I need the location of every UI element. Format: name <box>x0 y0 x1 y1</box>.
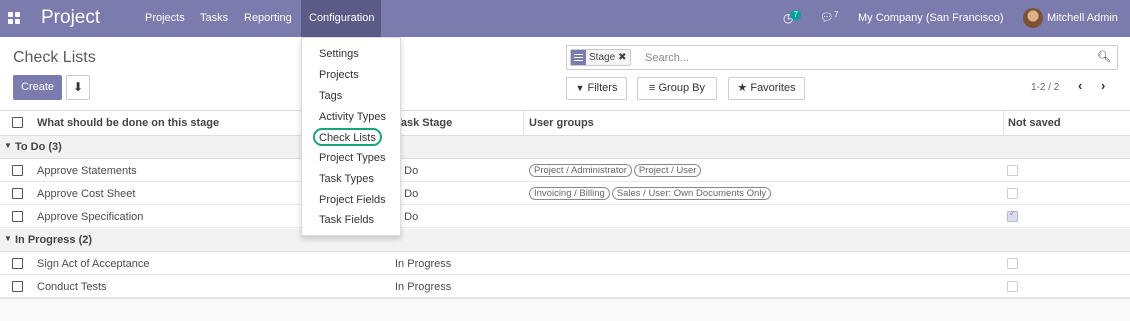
column-header-not-saved[interactable]: Not saved <box>1008 117 1061 129</box>
row-checkbox[interactable] <box>12 258 23 269</box>
column-header-stage[interactable]: Task Stage <box>395 117 452 129</box>
menu-projects[interactable]: Projects <box>137 0 193 37</box>
menu-item-project-types[interactable]: Project Types <box>319 152 385 164</box>
pager-next-icon[interactable]: › <box>1101 78 1105 93</box>
user-group-tag: Project / User <box>633 164 702 177</box>
user-avatar[interactable] <box>1023 8 1043 28</box>
company-switcher[interactable]: My Company (San Francisco) <box>858 0 1004 37</box>
favorites-button[interactable]: ★ Favorites <box>728 77 805 100</box>
top-navbar: Project Projects Tasks Reporting Configu… <box>0 0 1130 37</box>
column-header-user-groups[interactable]: User groups <box>529 117 594 129</box>
activity-badge: 7 <box>790 10 801 20</box>
user-groups: Project / Administrator Project / User <box>529 164 703 177</box>
table-row[interactable]: Conduct Tests In Progress <box>0 275 1130 298</box>
table-row[interactable]: Approve Statements o Do Project / Admini… <box>0 159 1130 182</box>
table-header: What should be done on this stage Task S… <box>0 110 1130 136</box>
user-group-tag: Invoicing / Billing <box>529 187 610 200</box>
caret-down-icon: ▼ <box>4 234 12 243</box>
app-brand[interactable]: Project <box>41 7 100 29</box>
apps-menu-icon[interactable] <box>8 12 20 24</box>
messages-button[interactable]: 💬︎7 <box>820 0 838 37</box>
table-row[interactable]: Approve Cost Sheet o Do Invoicing / Bill… <box>0 182 1130 205</box>
row-checkbox[interactable] <box>12 188 23 199</box>
task-name: Conduct Tests <box>37 281 107 293</box>
group-label: In Progress (2) <box>15 234 93 246</box>
search-input[interactable]: Search... <box>645 52 689 64</box>
menu-configuration[interactable]: Configuration <box>301 0 381 37</box>
group-by-button[interactable]: ≡ Group By <box>637 77 717 100</box>
search-facet-stage: Stage ✖ <box>570 49 631 66</box>
not-saved-checkbox[interactable] <box>1007 188 1018 199</box>
download-icon: ⬇ <box>72 80 84 94</box>
row-checkbox[interactable] <box>12 281 23 292</box>
favorites-label: Favorites <box>750 82 796 94</box>
row-checkbox[interactable] <box>12 211 23 222</box>
messages-count: 7 <box>833 10 839 19</box>
pager-value[interactable]: 1-2 / 2 <box>1031 82 1059 93</box>
group-by-label: Group By <box>658 82 705 94</box>
menu-item-task-types[interactable]: Task Types <box>319 173 374 185</box>
menu-item-settings[interactable]: Settings <box>319 48 359 60</box>
menu-item-projects[interactable]: Projects <box>319 69 359 81</box>
export-button[interactable]: ⬇ <box>66 75 90 100</box>
select-all-checkbox[interactable] <box>12 117 23 128</box>
user-group-tag: Project / Administrator <box>529 164 632 177</box>
create-button[interactable]: Create <box>13 75 62 100</box>
group-label: To Do (3) <box>15 141 62 153</box>
menu-item-tags[interactable]: Tags <box>319 90 342 102</box>
star-icon: ★ <box>737 82 748 94</box>
task-name: Approve Statements <box>37 165 137 177</box>
column-header-task[interactable]: What should be done on this stage <box>37 117 219 129</box>
user-group-tag: Sales / User: Own Documents Only <box>611 187 772 200</box>
not-saved-checkbox[interactable] <box>1007 209 1018 222</box>
user-menu[interactable]: Mitchell Admin <box>1047 0 1118 37</box>
group-by-icon: ≡ <box>649 82 656 94</box>
filter-icon: ▼ <box>575 83 585 93</box>
filters-button[interactable]: ▼ Filters <box>566 77 627 100</box>
not-saved-checkbox[interactable] <box>1007 165 1018 176</box>
filters-label: Filters <box>587 82 618 94</box>
task-name: Approve Cost Sheet <box>37 188 136 200</box>
task-stage: In Progress <box>395 258 452 270</box>
pager-previous-icon[interactable]: ‹ <box>1078 78 1082 93</box>
task-name: Approve Specification <box>37 211 144 223</box>
chat-icon: 💬︎ <box>820 12 834 24</box>
remove-facet-icon[interactable]: ✖ <box>618 52 629 63</box>
not-saved-checkbox[interactable] <box>1007 281 1018 292</box>
menu-tasks[interactable]: Tasks <box>192 0 236 37</box>
group-row-in-progress[interactable]: ▼ In Progress (2) <box>0 229 1130 252</box>
menu-item-activity-types[interactable]: Activity Types <box>319 111 386 123</box>
search-bar[interactable]: Stage ✖ Search... 🔍︎ <box>566 45 1118 70</box>
menu-item-check-lists[interactable]: Check Lists <box>319 132 376 144</box>
configuration-dropdown: Settings Projects Tags Activity Types Ch… <box>301 37 401 236</box>
row-checkbox[interactable] <box>12 165 23 176</box>
task-stage: In Progress <box>395 281 452 293</box>
list-icon <box>571 50 586 65</box>
task-name: Sign Act of Acceptance <box>37 258 150 270</box>
group-row-todo[interactable]: ▼ To Do (3) <box>0 136 1130 159</box>
column-divider <box>523 110 524 136</box>
table-row[interactable]: Approve Specification o Do <box>0 205 1130 228</box>
table-row[interactable]: Sign Act of Acceptance In Progress <box>0 252 1130 275</box>
column-divider <box>1003 110 1004 136</box>
menu-item-project-fields[interactable]: Project Fields <box>319 194 386 206</box>
menu-reporting[interactable]: Reporting <box>236 0 300 37</box>
page-title: Check Lists <box>13 49 96 66</box>
caret-down-icon: ▼ <box>4 141 12 150</box>
table-footer <box>0 298 1130 321</box>
user-groups: Invoicing / Billing Sales / User: Own Doc… <box>529 187 773 200</box>
search-icon[interactable]: 🔍︎ <box>1097 50 1111 63</box>
menu-item-task-fields[interactable]: Task Fields <box>319 214 374 226</box>
not-saved-checkbox[interactable] <box>1007 258 1018 269</box>
facet-label: Stage <box>589 52 616 63</box>
activity-button[interactable]: ◷7 <box>783 0 804 37</box>
